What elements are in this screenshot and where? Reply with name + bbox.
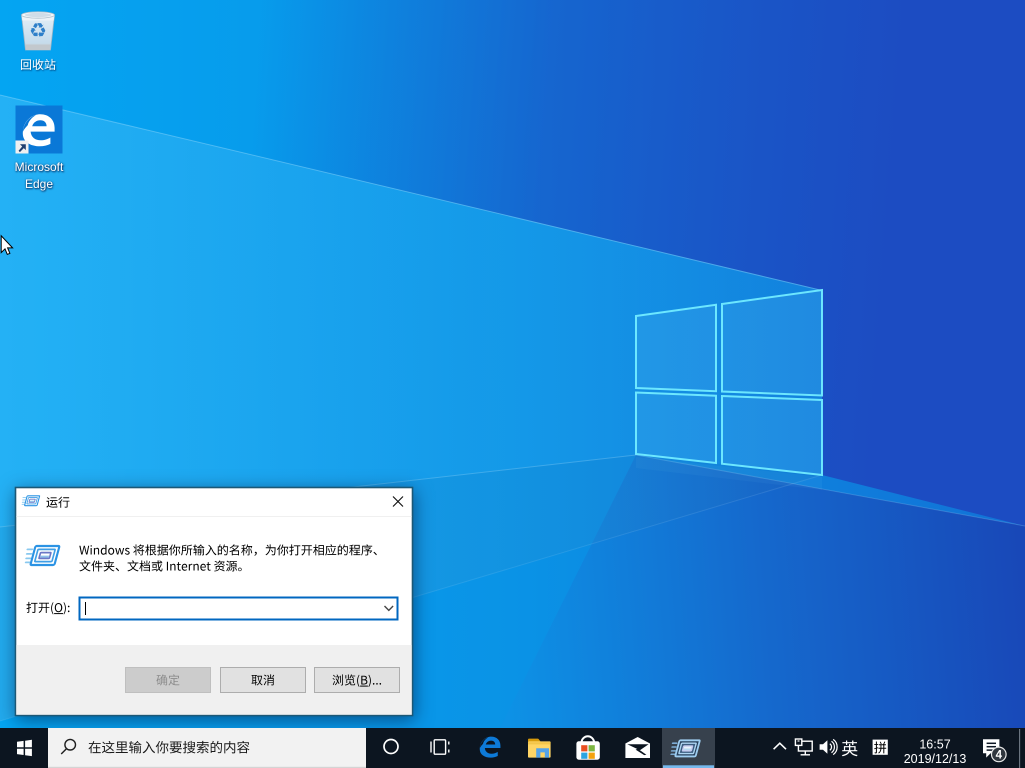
svg-text:4: 4 [996,750,1003,762]
svg-text:16:57: 16:57 [919,738,950,752]
svg-text:2019/12/13: 2019/12/13 [904,752,967,766]
